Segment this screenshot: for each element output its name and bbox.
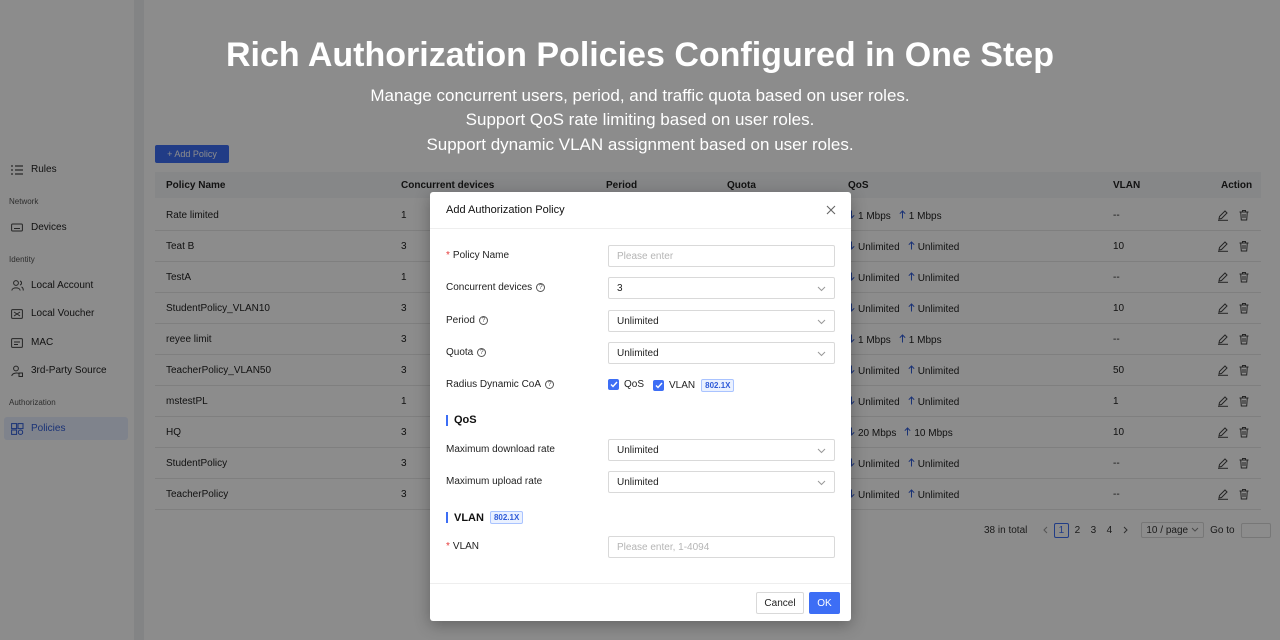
- coa-vlan-checkbox[interactable]: VLAN 802.1X: [653, 379, 735, 392]
- concurrent-devices-select[interactable]: 3: [608, 277, 835, 299]
- tag-8021x: 802.1X: [489, 511, 524, 524]
- hero-line-2: Support QoS rate limiting based on user …: [465, 110, 815, 129]
- dialog-footer: Cancel OK: [430, 583, 851, 621]
- add-authorization-policy-dialog: Add Authorization Policy * Policy Name C…: [430, 192, 851, 621]
- max-download-value: Unlimited: [617, 444, 659, 456]
- quota-label-text: Quota: [446, 347, 474, 358]
- help-icon[interactable]: ?: [477, 348, 487, 357]
- vlan-label: * VLAN: [446, 541, 479, 552]
- quota-value: Unlimited: [617, 347, 659, 359]
- concurrent-devices-value: 3: [617, 282, 623, 294]
- vlan-section-title: VLAN: [454, 511, 484, 524]
- policy-name-label: * Policy Name: [446, 250, 509, 261]
- quota-label: Quota ?: [446, 347, 487, 358]
- max-download-label: Maximum download rate: [446, 444, 555, 455]
- coa-vlan-label: VLAN: [669, 380, 696, 391]
- period-label-text: Period: [446, 315, 475, 326]
- quota-select[interactable]: Unlimited: [608, 342, 835, 364]
- period-value: Unlimited: [617, 315, 659, 327]
- help-icon[interactable]: ?: [545, 380, 555, 389]
- vlan-input[interactable]: [617, 541, 834, 553]
- coa-qos-checkbox[interactable]: QoS: [608, 379, 644, 390]
- qos-section-heading: QoS: [446, 414, 477, 426]
- radius-coa-label: Radius Dynamic CoA ?: [446, 379, 555, 390]
- coa-qos-label: QoS: [624, 379, 645, 390]
- vlan-label-text: VLAN: [452, 541, 480, 552]
- max-upload-label: Maximum upload rate: [446, 476, 543, 487]
- chevron-down-icon: [817, 448, 826, 454]
- chevron-down-icon: [817, 351, 826, 357]
- hero-line-3: Support dynamic VLAN assignment based on…: [426, 135, 854, 154]
- hero-line-1: Manage concurrent users, period, and tra…: [370, 86, 910, 105]
- period-label: Period ?: [446, 315, 488, 326]
- max-upload-select[interactable]: Unlimited: [608, 471, 835, 493]
- max-download-select[interactable]: Unlimited: [608, 439, 835, 461]
- help-icon[interactable]: ?: [478, 316, 488, 325]
- checkbox-checked-icon: [608, 379, 619, 390]
- policy-name-input[interactable]: [617, 250, 834, 262]
- qos-section-title: QoS: [454, 414, 477, 426]
- chevron-down-icon: [817, 319, 826, 325]
- hero-title: Rich Authorization Policies Configured i…: [225, 36, 1054, 74]
- checkbox-checked-icon: [653, 380, 664, 391]
- chevron-down-icon: [817, 286, 826, 292]
- max-upload-value: Unlimited: [617, 476, 659, 488]
- required-mark: *: [446, 541, 450, 552]
- vlan-field: [608, 536, 835, 558]
- help-icon[interactable]: ?: [536, 283, 546, 292]
- tag-8021x: 802.1X: [701, 379, 735, 392]
- dialog-title: Add Authorization Policy: [446, 204, 565, 216]
- concurrent-devices-label-text: Concurrent devices: [446, 282, 533, 293]
- policy-name-field: [608, 245, 835, 267]
- close-icon[interactable]: [825, 204, 837, 216]
- dialog-header: Add Authorization Policy: [430, 192, 851, 229]
- required-mark: *: [446, 250, 450, 261]
- concurrent-devices-label: Concurrent devices ?: [446, 282, 546, 293]
- policy-name-label-text: Policy Name: [452, 250, 510, 261]
- section-bar: [446, 512, 448, 523]
- cancel-button[interactable]: Cancel: [756, 592, 804, 614]
- chevron-down-icon: [817, 480, 826, 486]
- vlan-section-heading: VLAN 802.1X: [446, 511, 524, 524]
- ok-button[interactable]: OK: [809, 592, 840, 614]
- section-bar: [446, 414, 448, 426]
- period-select[interactable]: Unlimited: [608, 310, 835, 332]
- radius-coa-label-text: Radius Dynamic CoA: [446, 379, 542, 390]
